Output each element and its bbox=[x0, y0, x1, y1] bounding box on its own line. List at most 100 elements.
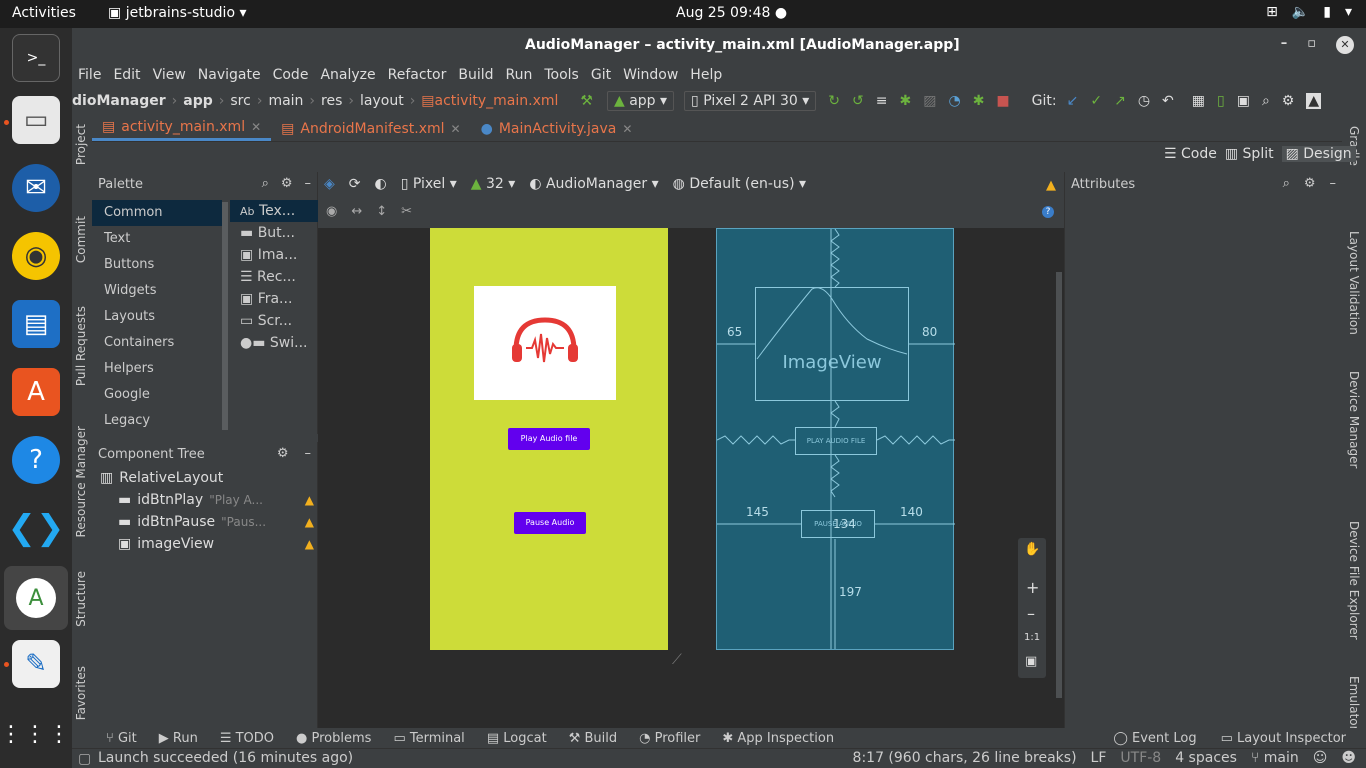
tab-main-activity[interactable]: ● MainActivity.java ✕ bbox=[471, 116, 643, 141]
menu-file[interactable]: File bbox=[72, 64, 107, 86]
palette-item-imageview[interactable]: ▣ Ima... bbox=[240, 244, 297, 266]
breadcrumb-main[interactable]: main bbox=[268, 93, 303, 109]
zoom-in-icon[interactable]: + bbox=[1026, 578, 1039, 597]
design-view-button[interactable]: ▨ Design bbox=[1281, 146, 1356, 162]
warning-icon[interactable]: ▲ bbox=[1046, 178, 1056, 193]
warning-icon[interactable]: ▲ bbox=[305, 493, 314, 507]
tool-device-manager[interactable]: Device Manager bbox=[1347, 371, 1361, 468]
hammer-icon[interactable]: ⚒ bbox=[580, 93, 593, 109]
status-toggle-icon[interactable]: ▢ bbox=[78, 751, 91, 767]
minimize-icon[interactable]: – bbox=[1330, 176, 1337, 191]
night-mode-icon[interactable]: ◐ bbox=[375, 176, 387, 192]
tool-git[interactable]: ⑂ Git bbox=[106, 731, 137, 746]
thunderbird-icon[interactable]: ✉ bbox=[12, 164, 60, 212]
git-update-icon[interactable]: ↙ bbox=[1067, 93, 1079, 109]
menu-refactor[interactable]: Refactor bbox=[382, 64, 453, 86]
palette-category-common[interactable]: Common bbox=[92, 200, 222, 226]
gear-icon[interactable]: ⚙ bbox=[281, 176, 293, 191]
menu-build[interactable]: Build bbox=[452, 64, 499, 86]
search-icon[interactable]: ⌕ bbox=[1283, 176, 1290, 191]
rerun-icon[interactable]: ≡ bbox=[876, 93, 888, 109]
help-icon[interactable]: ? bbox=[1042, 206, 1054, 218]
text-editor-icon[interactable]: ✎ bbox=[12, 640, 60, 688]
minimize-icon[interactable]: – bbox=[305, 176, 312, 191]
tree-node-idbtnpause[interactable]: ▬ idBtnPause "Paus... ▲ bbox=[118, 514, 314, 530]
tool-device-file-explorer[interactable]: Device File Explorer bbox=[1347, 521, 1361, 640]
menu-help[interactable]: Help bbox=[684, 64, 728, 86]
zoom-out-icon[interactable]: – bbox=[1027, 604, 1035, 623]
tool-commit[interactable]: Commit bbox=[74, 216, 88, 263]
history-icon[interactable]: ◷ bbox=[1138, 93, 1150, 109]
tree-node-imageview[interactable]: ▣ imageView ▲ bbox=[118, 536, 314, 552]
close-icon[interactable]: ✕ bbox=[1336, 36, 1354, 54]
zoom-actual-size-button[interactable]: 1:1 bbox=[1024, 632, 1040, 643]
line-separator[interactable]: LF bbox=[1091, 750, 1107, 766]
tool-pull-requests[interactable]: Pull Requests bbox=[74, 306, 88, 386]
close-icon[interactable]: ✕ bbox=[251, 120, 261, 134]
theme-dropdown[interactable]: ◐ AudioManager ▾ bbox=[529, 176, 658, 192]
palette-category-text[interactable]: Text bbox=[92, 226, 222, 252]
clock[interactable]: Aug 25 09:48 ● bbox=[676, 5, 787, 21]
pan-icon[interactable]: ✋ bbox=[1024, 542, 1040, 557]
palette-category-helpers[interactable]: Helpers bbox=[92, 356, 222, 382]
minimize-icon[interactable]: – bbox=[1281, 36, 1288, 54]
tool-profiler[interactable]: ◔ Profiler bbox=[639, 731, 700, 746]
breadcrumb-res[interactable]: res bbox=[321, 93, 342, 109]
module-selector[interactable]: ▲ app ▾ bbox=[606, 91, 675, 111]
tool-project[interactable]: Project bbox=[74, 124, 88, 165]
rollback-icon[interactable]: ↶ bbox=[1162, 93, 1174, 109]
android-studio-icon[interactable]: A bbox=[4, 566, 68, 630]
palette-category-google[interactable]: Google bbox=[92, 382, 222, 408]
memory-indicator-icon[interactable]: ☺ bbox=[1313, 750, 1328, 766]
imageview-blueprint[interactable]: ImageView bbox=[755, 287, 909, 401]
tool-resource-manager[interactable]: Resource Manager bbox=[74, 426, 88, 537]
tool-structure[interactable]: Structure bbox=[74, 571, 88, 627]
palette-item-textview[interactable]: Ab Tex... bbox=[230, 200, 318, 222]
rhythmbox-icon[interactable]: ◉ bbox=[12, 232, 60, 280]
close-icon[interactable]: ✕ bbox=[451, 122, 461, 136]
settings-icon[interactable]: ⚙ bbox=[1282, 93, 1295, 109]
device-dropdown[interactable]: ▯ Pixel ▾ bbox=[401, 176, 457, 192]
horizontal-resize-icon[interactable]: ↔ bbox=[351, 204, 362, 219]
tool-app-inspection[interactable]: ✱ App Inspection bbox=[722, 731, 834, 746]
git-commit-icon[interactable]: ✓ bbox=[1090, 93, 1102, 109]
breadcrumb-src[interactable]: src bbox=[230, 93, 250, 109]
palette-category-buttons[interactable]: Buttons bbox=[92, 252, 222, 278]
tool-logcat[interactable]: ▤ Logcat bbox=[487, 731, 547, 746]
maximize-icon[interactable]: ▫ bbox=[1307, 36, 1316, 54]
activities-button[interactable]: Activities bbox=[12, 5, 76, 21]
sync-icon[interactable]: ▣ bbox=[1237, 93, 1250, 109]
git-push-icon[interactable]: ↗ bbox=[1114, 93, 1126, 109]
tree-node-idbtnplay[interactable]: ▬ idBtnPlay "Play A... ▲ bbox=[118, 492, 314, 508]
api-dropdown[interactable]: ▲ 32 ▾ bbox=[471, 176, 516, 192]
zoom-fit-icon[interactable]: ▣ bbox=[1025, 654, 1037, 669]
play-audio-button-preview[interactable]: Play Audio file bbox=[508, 428, 590, 450]
minimize-icon[interactable]: – bbox=[305, 446, 312, 461]
palette-category-containers[interactable]: Containers bbox=[92, 330, 222, 356]
help-icon[interactable]: ? bbox=[12, 436, 60, 484]
menu-git[interactable]: Git bbox=[585, 64, 617, 86]
terminal-icon[interactable]: >_ bbox=[12, 34, 60, 82]
tool-problems[interactable]: ● Problems bbox=[296, 731, 371, 746]
palette-item-switch[interactable]: ●▬ Swi... bbox=[240, 332, 307, 354]
stop-icon[interactable]: ■ bbox=[996, 93, 1009, 109]
search-icon[interactable]: ⌕ bbox=[1262, 93, 1270, 109]
breadcrumb-project[interactable]: dioManager bbox=[72, 93, 166, 109]
vscode-icon[interactable]: ❮❯ bbox=[8, 504, 65, 552]
apply-code-changes-icon[interactable]: ↺ bbox=[852, 93, 864, 109]
tree-node-relativelayout[interactable]: ▥ RelativeLayout bbox=[100, 470, 223, 486]
writer-icon[interactable]: ▤ bbox=[12, 300, 60, 348]
play-button-blueprint[interactable]: PLAY AUDIO FILE bbox=[795, 427, 877, 455]
system-tray[interactable]: ⊞ 🔈 ▮ ▾ bbox=[1266, 4, 1352, 20]
tool-terminal[interactable]: ▭ Terminal bbox=[393, 731, 464, 746]
tool-event-log[interactable]: ◯ Event Log bbox=[1113, 731, 1196, 746]
debug-icon[interactable]: ✱ bbox=[900, 93, 912, 109]
palette-category-layouts[interactable]: Layouts bbox=[92, 304, 222, 330]
palette-item-button[interactable]: ▬ But... bbox=[240, 222, 295, 244]
tool-layout-inspector[interactable]: ▭ Layout Inspector bbox=[1221, 731, 1346, 746]
magnet-icon[interactable]: ✂ bbox=[401, 204, 412, 219]
tool-run[interactable]: ▶ Run bbox=[159, 731, 198, 746]
menu-edit[interactable]: Edit bbox=[107, 64, 146, 86]
indent-setting[interactable]: 4 spaces bbox=[1175, 750, 1237, 766]
notifications-icon[interactable]: ☻ bbox=[1341, 750, 1356, 766]
